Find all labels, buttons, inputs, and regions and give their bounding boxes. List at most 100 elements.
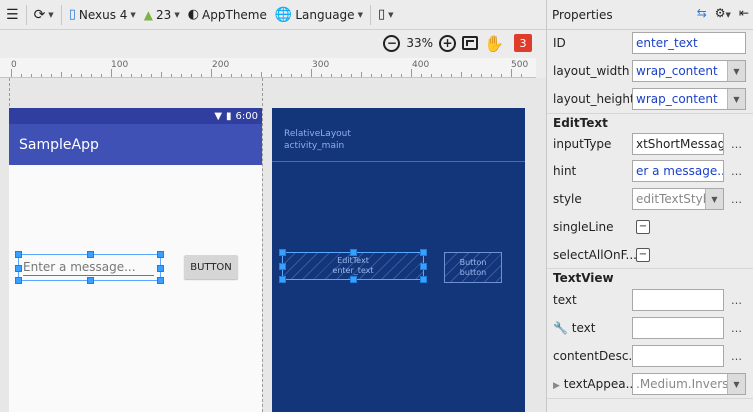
gear-icon[interactable]: ⚙▼: [715, 6, 731, 20]
resize-handle[interactable]: [15, 251, 22, 258]
blueprint-edit-type: EditText: [337, 256, 369, 265]
resize-handle[interactable]: [420, 263, 427, 270]
blueprint-button[interactable]: Button button: [444, 252, 502, 283]
design-preview[interactable]: ▼ ▮ 6:00 SampleApp Enter a message... BU…: [9, 108, 262, 412]
resize-handle[interactable]: [279, 263, 286, 270]
resize-handle[interactable]: [157, 265, 164, 272]
ruler-tick: [111, 69, 112, 77]
ruler-tick: [61, 72, 62, 77]
tools-text-field[interactable]: [632, 317, 724, 339]
resize-handle[interactable]: [87, 277, 94, 284]
ruler-tick: [121, 74, 122, 77]
text-field[interactable]: [632, 289, 724, 311]
editor-toolbar: ☰ ⟳ ▼ ▯ Nexus 4 ▼ ▲ 23 ▼ ◐ AppTheme 🌐 La…: [0, 0, 546, 30]
collapse-icon[interactable]: ⇤: [739, 6, 749, 20]
resize-handle[interactable]: [157, 277, 164, 284]
error-count-badge[interactable]: 3: [514, 34, 532, 52]
properties-panel: Properties ⇆ ⚙▼ ⇤ ID enter_text layout_w…: [546, 0, 753, 412]
chevron-down-icon: ▼: [130, 10, 136, 19]
theme-icon: ◐: [187, 7, 200, 22]
ruler-tick: [261, 72, 262, 77]
resize-handle[interactable]: [157, 251, 164, 258]
single-line-checkbox[interactable]: −: [636, 220, 650, 234]
ruler-tick: [31, 74, 32, 77]
app-title: SampleApp: [19, 136, 99, 153]
ruler-tick: [461, 72, 462, 77]
chevron-down-icon[interactable]: ▼: [727, 89, 745, 109]
select-all-on-focus-checkbox[interactable]: −: [636, 248, 650, 262]
button-preview[interactable]: BUTTON: [184, 255, 238, 279]
property-label: text: [553, 293, 577, 307]
api-level-selector[interactable]: ▲ 23 ▼: [140, 3, 184, 27]
resize-handle[interactable]: [15, 277, 22, 284]
resize-handle[interactable]: [15, 265, 22, 272]
property-label: 🔧 text: [553, 321, 596, 335]
zoom-bar: − 33% + ✋ 3: [0, 30, 546, 56]
ruler-tick: [481, 74, 482, 77]
edit-text-preview[interactable]: Enter a message...: [15, 251, 164, 284]
theme-selector[interactable]: ◐ AppTheme: [184, 3, 271, 27]
hint-field[interactable]: er a message...: [632, 160, 724, 182]
content-description-field[interactable]: [632, 345, 724, 367]
blueprint-root-layout[interactable]: RelativeLayout activity_main: [272, 108, 525, 162]
more-options-button[interactable]: …: [731, 165, 742, 178]
orientation-button[interactable]: ⟳ ▼: [30, 3, 58, 27]
blueprint-button-id: button: [459, 267, 487, 277]
expand-arrow-icon[interactable]: ▶: [553, 381, 560, 391]
dropdown-value: editTextStyle: [636, 192, 714, 206]
dropdown-value: wrap_content: [636, 92, 718, 106]
style-dropdown[interactable]: editTextStyle ▼: [632, 188, 724, 210]
resize-handle[interactable]: [279, 276, 286, 283]
more-options-button[interactable]: …: [731, 322, 742, 335]
id-field[interactable]: enter_text: [632, 32, 746, 54]
resize-handle[interactable]: [350, 276, 357, 283]
resize-handle[interactable]: [87, 251, 94, 258]
more-options-button[interactable]: …: [731, 350, 742, 363]
property-row-tools-text: 🔧 text …: [547, 314, 753, 342]
text-appearance-dropdown[interactable]: .Medium.Inverse ▼: [632, 373, 746, 395]
zoom-in-icon[interactable]: +: [439, 34, 457, 52]
swap-view-icon[interactable]: ⇆: [697, 6, 707, 20]
layout-width-dropdown[interactable]: wrap_content ▼: [632, 60, 746, 82]
language-selector[interactable]: 🌐 Language ▼: [271, 3, 367, 27]
pan-hand-icon[interactable]: ✋: [484, 34, 504, 53]
horizontal-ruler: 0 100 200 300 400 500: [0, 58, 536, 78]
property-label: style: [553, 192, 582, 206]
ruler-label: 100: [111, 60, 129, 70]
ruler-tick: [321, 74, 322, 77]
blueprint-edit-text[interactable]: EditText enter_text: [279, 249, 427, 283]
blueprint-preview[interactable]: RelativeLayout activity_main EditText en…: [272, 108, 525, 412]
ruler-tick: [11, 69, 12, 77]
resize-handle[interactable]: [420, 249, 427, 256]
chevron-down-icon[interactable]: ▼: [727, 374, 745, 394]
ruler-tick: [491, 74, 492, 77]
design-canvas[interactable]: ▼ ▮ 6:00 SampleApp Enter a message... BU…: [0, 78, 546, 412]
resize-handle[interactable]: [420, 276, 427, 283]
ruler-tick: [521, 74, 522, 77]
resize-handle[interactable]: [350, 249, 357, 256]
ruler-tick: [291, 74, 292, 77]
blueprint-button-type: Button: [459, 257, 487, 267]
device-frame-button[interactable]: ▯ ▼: [374, 3, 398, 27]
zoom-level: 33%: [406, 36, 434, 50]
resize-handle[interactable]: [279, 249, 286, 256]
chevron-down-icon[interactable]: ▼: [727, 61, 745, 81]
property-label: layout_width: [553, 64, 630, 78]
device-selector[interactable]: ▯ Nexus 4 ▼: [65, 3, 140, 27]
input-type-field[interactable]: xtShortMessage: [632, 133, 724, 155]
section-textview: TextView: [553, 271, 614, 285]
zoom-out-icon[interactable]: −: [383, 34, 401, 52]
design-mode-button[interactable]: ☰: [2, 3, 23, 27]
layout-height-dropdown[interactable]: wrap_content ▼: [632, 88, 746, 110]
property-label: singleLine: [553, 220, 614, 234]
more-options-button[interactable]: …: [731, 294, 742, 307]
device-label: Nexus 4: [78, 7, 128, 22]
more-options-button[interactable]: …: [731, 138, 742, 151]
root-layout-id: activity_main: [284, 141, 345, 151]
zoom-to-fit-icon[interactable]: [462, 36, 479, 50]
chevron-down-icon: ▼: [174, 10, 180, 19]
chevron-down-icon[interactable]: ▼: [705, 189, 723, 209]
property-label: selectAllOnF...: [553, 248, 637, 262]
more-options-button[interactable]: …: [731, 193, 742, 206]
ruler-tick: [191, 74, 192, 77]
